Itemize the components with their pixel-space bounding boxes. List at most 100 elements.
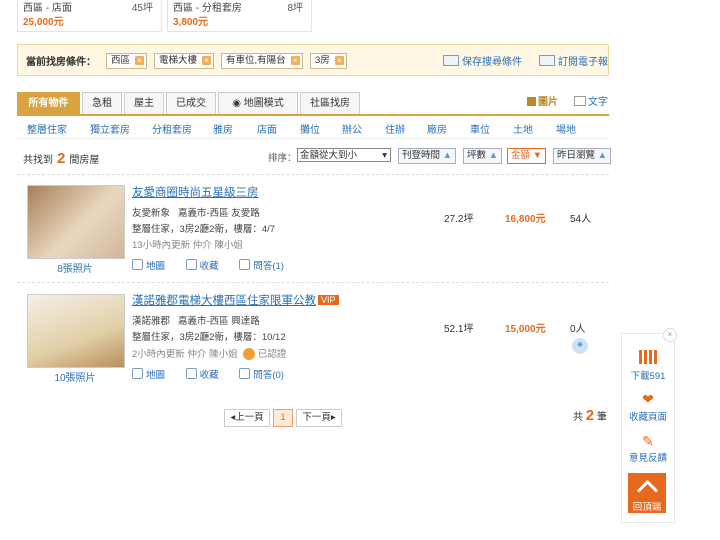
view-image-toggle[interactable]: 圖片 — [527, 93, 558, 108]
action-label: 問答(1) — [253, 261, 284, 272]
favorite-link[interactable]: 收藏 — [185, 368, 219, 381]
category-link[interactable]: 場地 — [556, 121, 576, 136]
result-suffix: 間房屋 — [69, 155, 100, 166]
card-title: 西區 - 店面 — [23, 3, 72, 14]
remove-icon[interactable]: × — [334, 56, 344, 65]
subscribe-label: 訂閱電子報 — [558, 57, 608, 68]
qa-link[interactable]: 問答(1) — [239, 259, 284, 272]
filter-tag-label: 電梯大樓 — [159, 55, 198, 66]
category-link[interactable]: 住辦 — [385, 121, 405, 136]
map-pin-icon: ◉ — [232, 98, 241, 109]
listing-title-link[interactable]: 友愛商圈時尚五星級三房 — [132, 184, 259, 200]
subscribe-link[interactable]: 訂閱電子報 — [539, 53, 608, 68]
category-link[interactable]: 分租套房 — [152, 121, 192, 136]
top-listing-card-1[interactable]: 西區 - 店面 45坪 25,000元 — [17, 0, 162, 32]
view-image-label: 圖片 — [538, 97, 558, 108]
total-count: 共 2 筆 — [573, 407, 607, 424]
back-to-top-button[interactable]: 回頂端 — [628, 473, 666, 513]
view-text-toggle[interactable]: 文字 — [574, 93, 608, 108]
remove-icon[interactable]: × — [202, 56, 212, 65]
card-price: 25,000元 — [23, 17, 64, 28]
arrow-up-icon: ▲ — [488, 150, 499, 161]
listing-photo[interactable] — [27, 294, 125, 368]
listing-info: 整層住家，3房2廳2衛，樓層：10/12 — [132, 332, 286, 343]
remove-icon[interactable]: × — [135, 56, 145, 65]
tab-map-label: 地圖模式 — [243, 98, 284, 109]
download-app-link[interactable]: 下載591 — [622, 368, 674, 382]
tab-community[interactable]: 社區找房 — [300, 92, 360, 114]
prev-page-button[interactable]: ◂上一頁 — [224, 409, 270, 427]
tab-closed[interactable]: 已成交 — [166, 92, 216, 114]
sort-by-price-button[interactable]: 金額 ▼ — [507, 148, 547, 164]
heart-icon: ❤ — [642, 391, 654, 407]
chat-icon — [239, 259, 251, 270]
back-to-top-label: 回頂端 — [632, 502, 662, 513]
card-title: 西區 - 分租套房 — [173, 3, 242, 14]
category-link[interactable]: 獨立套房 — [90, 121, 130, 136]
favorite-page-link[interactable]: 收藏頁面 — [622, 409, 674, 423]
filter-tag[interactable]: 電梯大樓 × — [154, 53, 215, 69]
save-search-link[interactable]: 保存搜尋條件 — [443, 53, 522, 68]
chevron-up-icon — [636, 479, 658, 502]
sort-by-area-button[interactable]: 坪數 ▲ — [463, 148, 503, 164]
filter-tag-label: 有車位,有陽台 — [226, 55, 286, 66]
category-link[interactable]: 攤位 — [300, 121, 320, 136]
photo-count-link[interactable]: 8張照片 — [27, 260, 123, 275]
remove-icon[interactable]: × — [290, 56, 300, 65]
next-page-button[interactable]: 下一頁▸ — [296, 409, 342, 427]
top-listing-card-2[interactable]: 西區 - 分租套房 8坪 3,800元 — [167, 0, 312, 32]
sort-select[interactable]: 金額從大到小 ▾ — [297, 148, 391, 162]
listing-views: 0人 — [570, 324, 586, 335]
sort-by-time-button[interactable]: 刊登時間 ▲ — [398, 148, 457, 164]
vip-badge: VIP — [318, 295, 339, 305]
listing-location: 友愛新象 嘉義市-西區 友愛路 — [132, 205, 260, 219]
view-text-label: 文字 — [588, 97, 608, 108]
feedback-link[interactable]: 意見反饋 — [622, 450, 674, 464]
favorite-icon — [185, 368, 197, 379]
current-filter-bar: 當前找房條件： 西區 × 電梯大樓 × 有車位,有陽台 × 3房 × 保存搜尋條件 訂閱… — [17, 44, 609, 76]
close-icon[interactable]: × — [663, 328, 677, 342]
listing-price: 15,000元 — [505, 324, 546, 335]
tab-all[interactable]: 所有物件 — [17, 92, 80, 114]
filter-tag[interactable]: 西區 × — [106, 53, 148, 69]
sort-selected-value: 金額從大到小 — [300, 150, 358, 161]
tab-owner[interactable]: 屋主 — [124, 92, 164, 114]
arrow-down-icon: ▼ — [532, 150, 543, 161]
tab-urgent[interactable]: 急租 — [82, 92, 122, 114]
list-icon — [574, 96, 586, 106]
category-link[interactable]: 整層住家 — [27, 121, 67, 136]
action-label: 地圖 — [146, 370, 166, 381]
category-link[interactable]: 辦公 — [342, 121, 362, 136]
card-size: 45坪 — [131, 3, 153, 14]
filter-tag[interactable]: 3房 × — [310, 53, 347, 69]
map-icon — [132, 259, 143, 270]
listing-area: 52.1坪 — [444, 324, 474, 335]
next-label: 下一頁 — [302, 412, 331, 423]
tab-map-mode[interactable]: ◉ 地圖模式 — [218, 92, 298, 114]
category-link[interactable]: 車位 — [470, 121, 490, 136]
listing-title-link[interactable]: 漢諾雅郡電梯大樓西區住家限軍公教 VIP — [132, 292, 339, 308]
listing-row: 8張照片 友愛商圈時尚五星級三房 友愛新象 嘉義市-西區 友愛路 整層住家，3房… — [17, 174, 609, 281]
map-link[interactable]: 地圖 — [132, 368, 166, 381]
category-link[interactable]: 廠房 — [427, 121, 447, 136]
favorite-link[interactable]: 收藏 — [185, 259, 219, 272]
filter-tag[interactable]: 有車位,有陽台 × — [221, 53, 303, 69]
floating-sidebar: 下載591 ❤ 收藏頁面 ✎ 意見反饋 回頂端 — [621, 333, 675, 523]
qr-code-icon — [639, 350, 657, 364]
action-label: 收藏 — [199, 370, 219, 381]
listing-info: 整層住家，3房2廳2衛，樓層：4/7 — [132, 224, 276, 235]
sort-by-views-button[interactable]: 昨日瀏覽 ▲ — [553, 148, 612, 164]
listing-actions: 地圖 收藏 問答(1) — [132, 258, 302, 272]
total-suffix: 筆 — [596, 412, 607, 423]
pencil-icon: ✎ — [642, 433, 654, 449]
chevron-right-icon: ▸ — [330, 412, 336, 423]
listing-photo[interactable] — [27, 185, 125, 259]
qa-link[interactable]: 問答(0) — [239, 368, 284, 381]
category-link[interactable]: 雅房 — [213, 121, 233, 136]
category-link[interactable]: 店面 — [257, 121, 277, 136]
action-label: 收藏 — [199, 261, 219, 272]
page-number-button[interactable]: 1 — [273, 409, 293, 427]
photo-count-link[interactable]: 10張照片 — [27, 369, 123, 384]
category-link[interactable]: 土地 — [513, 121, 533, 136]
map-link[interactable]: 地圖 — [132, 259, 165, 272]
